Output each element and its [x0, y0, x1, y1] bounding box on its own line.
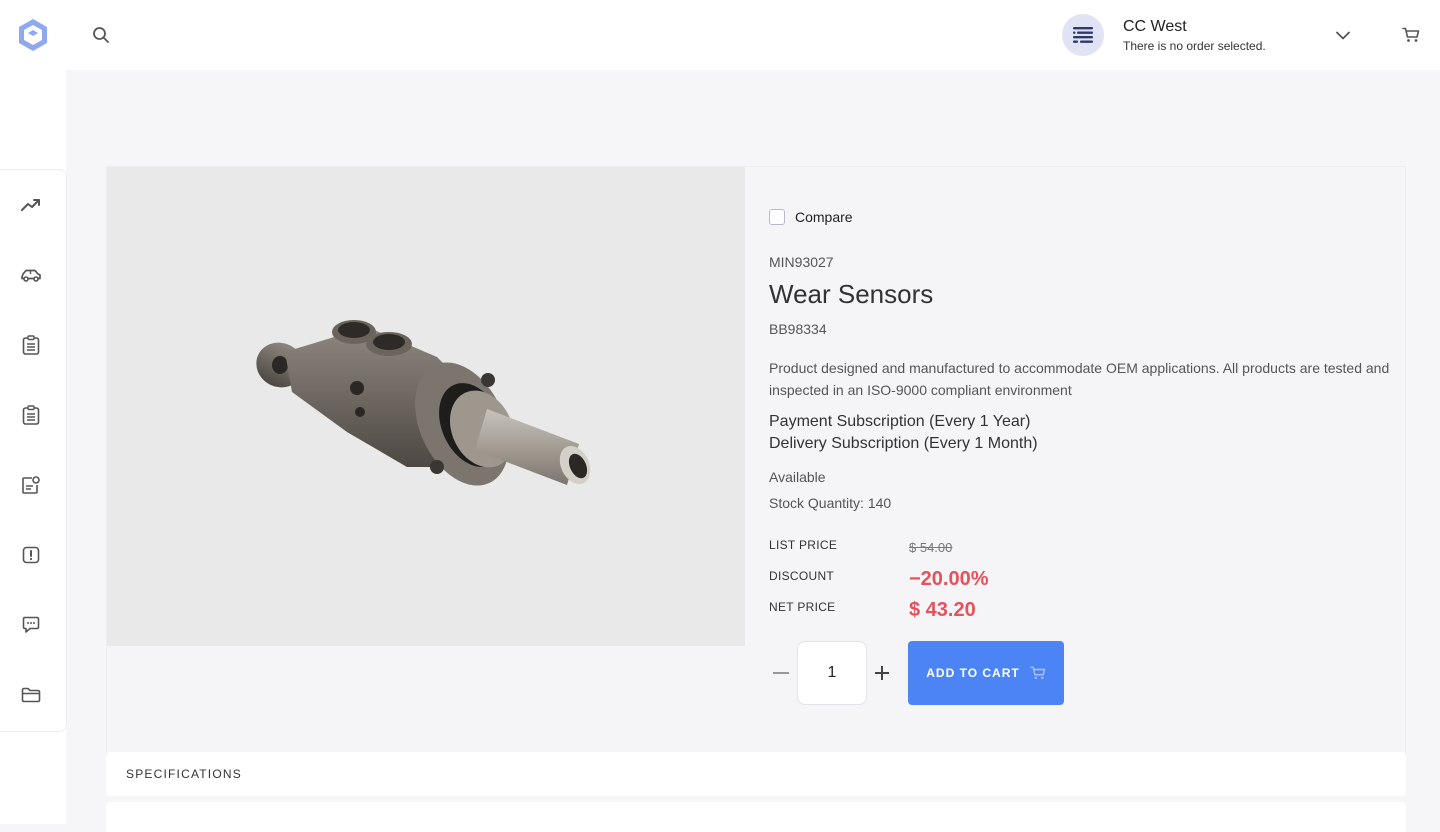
specifications-header[interactable]: SPECIFICATIONS [106, 752, 1406, 796]
availability-status: Available [769, 469, 826, 485]
product-description: Product designed and manufactured to acc… [769, 360, 1390, 398]
document-settings-icon[interactable] [18, 472, 44, 498]
logo-icon[interactable] [15, 17, 51, 53]
specifications-label: SPECIFICATIONS [126, 767, 242, 781]
list-price-label: LIST PRICE [769, 538, 838, 552]
clipboard-list-icon[interactable] [18, 332, 44, 358]
cart-icon [1030, 666, 1046, 680]
delivery-subscription: Delivery Subscription (Every 1 Month) [769, 435, 1038, 452]
minus-icon [773, 672, 789, 674]
master-cylinder-image [256, 320, 591, 486]
discount-label: DISCOUNT [769, 569, 835, 583]
net-price-label: NET PRICE [769, 600, 836, 614]
compare-checkbox[interactable]: Compare [769, 209, 853, 225]
payment-subscription: Payment Subscription (Every 1 Year) [769, 413, 1031, 430]
subscription-info: Payment Subscription (Every 1 Year) Deli… [769, 411, 1038, 455]
quantity-input[interactable] [797, 641, 867, 705]
order-status-text: There is no order selected. [1123, 38, 1266, 53]
cart-icon[interactable] [1400, 24, 1422, 46]
chevron-down-icon[interactable] [1335, 27, 1351, 43]
car-icon[interactable] [18, 262, 44, 288]
product-sku: MIN93027 [769, 254, 834, 270]
net-price-value: $ 43.20 [909, 599, 976, 621]
product-image [107, 167, 745, 646]
part-number: BB98334 [769, 321, 827, 337]
checkbox[interactable] [769, 209, 785, 225]
specifications-row [106, 802, 1406, 832]
add-to-cart-button[interactable]: ADD TO CART [908, 641, 1064, 705]
alert-icon[interactable] [18, 542, 44, 568]
product-card: Compare MIN93027 Wear Sensors BB98334 Pr… [106, 166, 1406, 766]
list-price-value: $ 54.00 [909, 540, 953, 555]
chat-icon[interactable] [18, 612, 44, 638]
quantity-increase-button[interactable] [870, 661, 894, 685]
discount-value: −20.00% [909, 568, 989, 590]
folder-icon[interactable] [18, 682, 44, 708]
account-avatar [1062, 14, 1104, 56]
add-to-cart-label: ADD TO CART [926, 666, 1020, 680]
sidebar-nav [0, 169, 67, 732]
plus-icon [875, 666, 889, 680]
stock-quantity: Stock Quantity: 140 [769, 495, 892, 511]
order-list-icon [1073, 27, 1093, 43]
trending-up-icon[interactable] [18, 192, 44, 218]
quantity-decrease-button[interactable] [769, 661, 793, 685]
account-name: CC West [1123, 17, 1187, 35]
top-bar: CC West There is no order selected. [0, 0, 1440, 70]
account-selector[interactable]: CC West There is no order selected. [1062, 14, 1266, 56]
search-icon[interactable] [88, 22, 114, 48]
clipboard-list-icon[interactable] [18, 402, 44, 428]
product-title: Wear Sensors [769, 279, 934, 309]
compare-label: Compare [795, 209, 853, 225]
